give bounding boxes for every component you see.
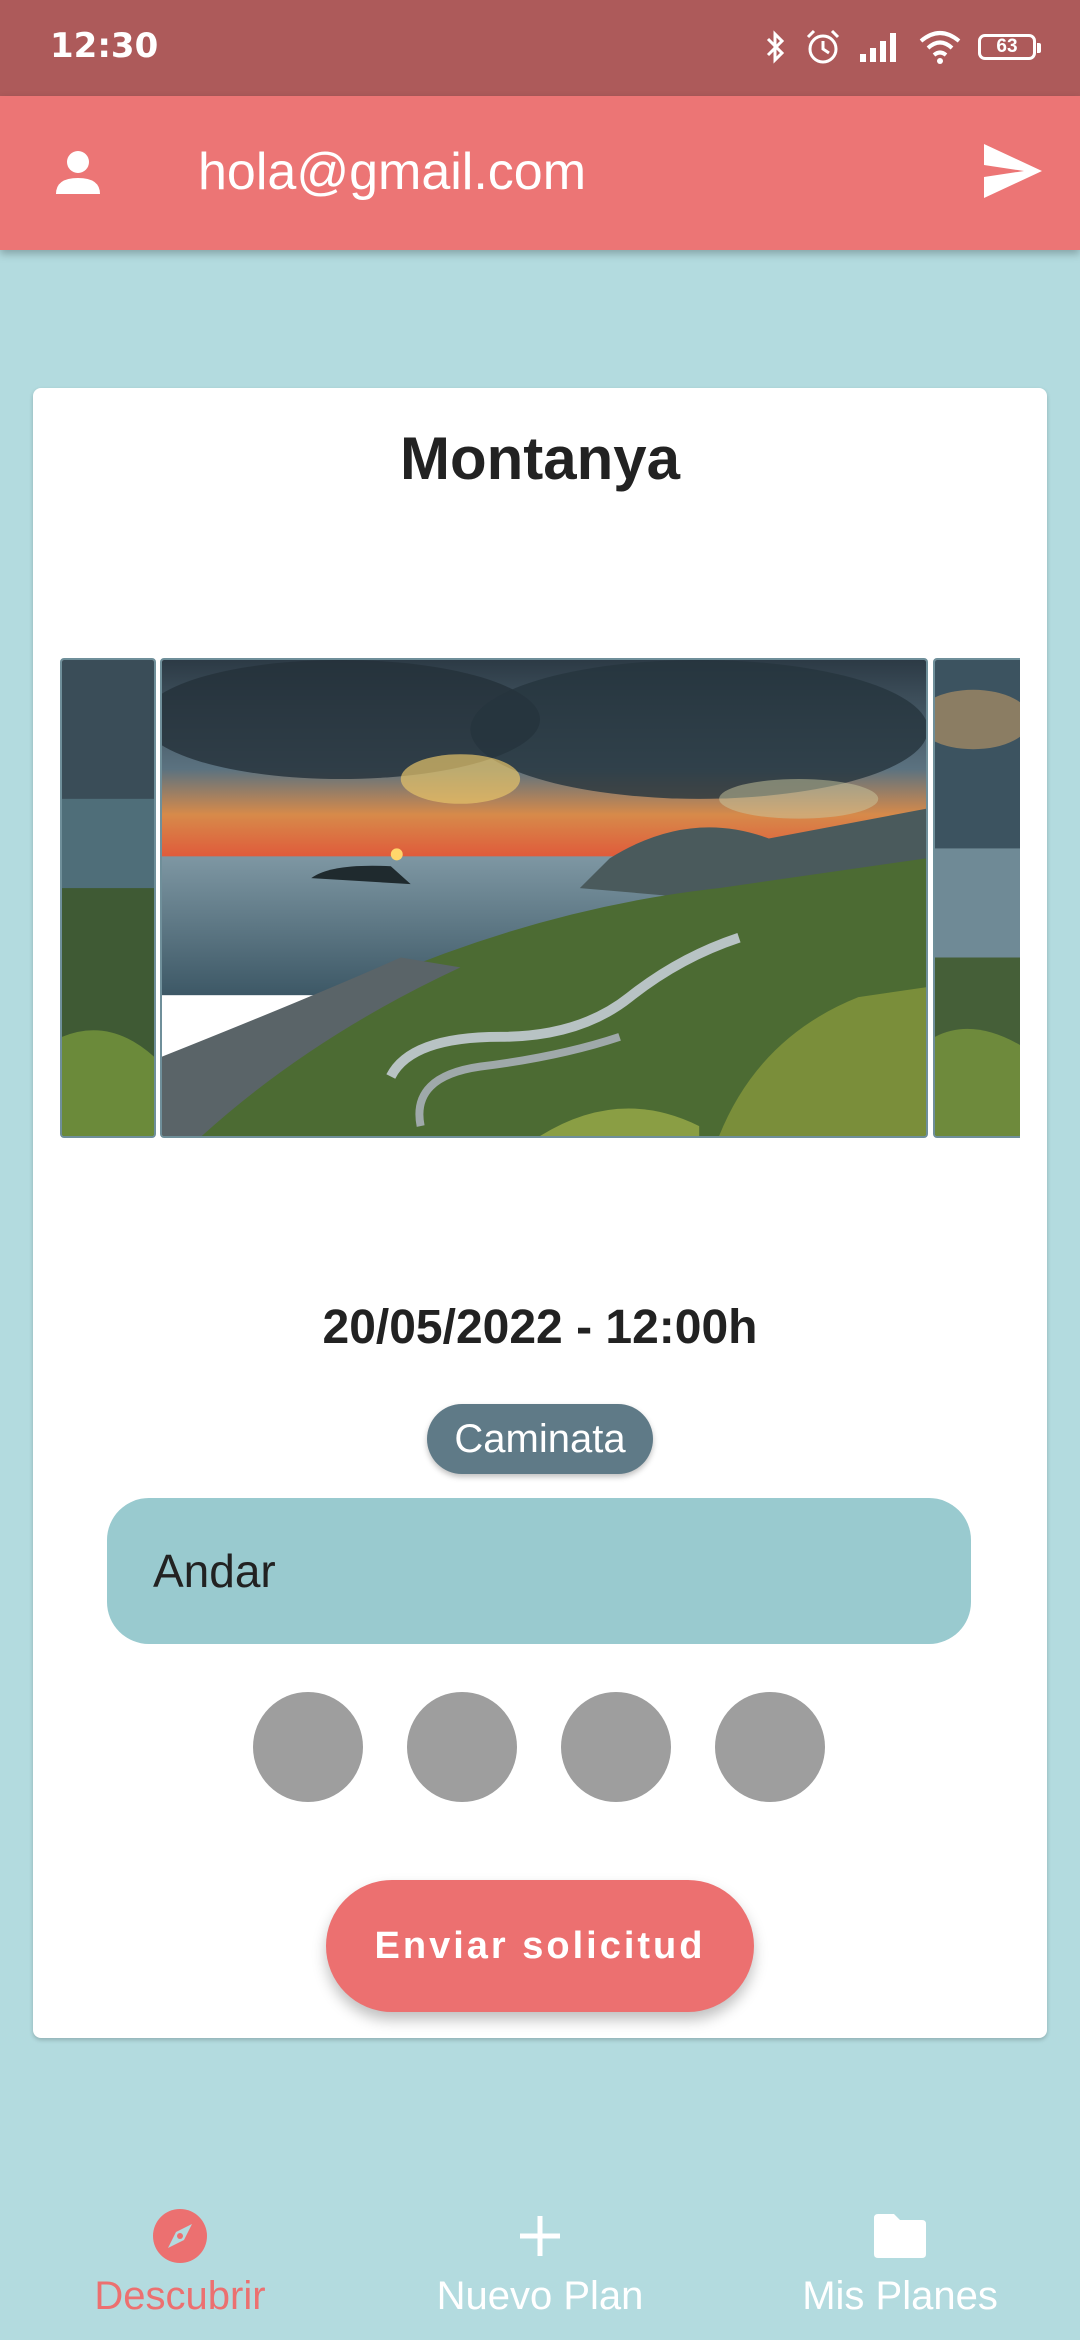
battery-icon: 63 <box>978 34 1041 60</box>
plan-title: Montanya <box>399 425 681 492</box>
status-icons: 63 <box>764 22 1041 72</box>
nav-my-plans[interactable]: Mis Planes <box>720 2190 1080 2340</box>
nav-label: Nuevo Plan <box>436 2274 644 2318</box>
person-icon[interactable] <box>48 142 108 202</box>
nav-new-plan[interactable]: Nuevo Plan <box>360 2190 720 2340</box>
avatar[interactable] <box>561 1692 671 1802</box>
plan-card: Montanya 20/05/2022 - 12:00h Caminata An… <box>33 388 1047 2038</box>
nav-label: Descubrir <box>94 2274 266 2318</box>
user-email: hola@gmail.com <box>198 143 587 201</box>
avatar[interactable] <box>715 1692 825 1802</box>
nav-discover[interactable]: Descubrir <box>0 2190 360 2340</box>
bluetooth-icon <box>766 30 785 64</box>
status-bar: 12:30 63 <box>0 0 1080 96</box>
image-carousel[interactable] <box>60 658 1020 1138</box>
signal-icon <box>860 33 896 62</box>
plan-datetime: 20/05/2022 - 12:00h <box>322 1301 758 1354</box>
landscape-image[interactable] <box>160 658 928 1138</box>
participant-avatars <box>253 1692 853 1802</box>
carousel-image-previous[interactable] <box>60 658 156 1138</box>
status-time: 12:30 <box>50 26 159 66</box>
plan-description: Andar <box>107 1498 971 1644</box>
alarm-icon <box>806 29 840 64</box>
plus-icon <box>520 2216 560 2256</box>
folder-icon <box>874 2214 926 2258</box>
send-request-button[interactable]: Enviar solicitud <box>326 1880 754 2012</box>
compass-icon <box>153 2209 207 2263</box>
category-chip: Caminata <box>427 1404 653 1474</box>
bottom-navigation: Descubrir Nuevo Plan Mis Planes <box>0 2190 1080 2340</box>
send-icon[interactable] <box>980 140 1046 202</box>
avatar[interactable] <box>407 1692 517 1802</box>
avatar[interactable] <box>253 1692 363 1802</box>
wifi-icon <box>919 31 961 64</box>
app-bar: hola@gmail.com <box>0 96 1080 250</box>
nav-label: Mis Planes <box>802 2274 998 2318</box>
carousel-image-next[interactable] <box>933 658 1020 1138</box>
